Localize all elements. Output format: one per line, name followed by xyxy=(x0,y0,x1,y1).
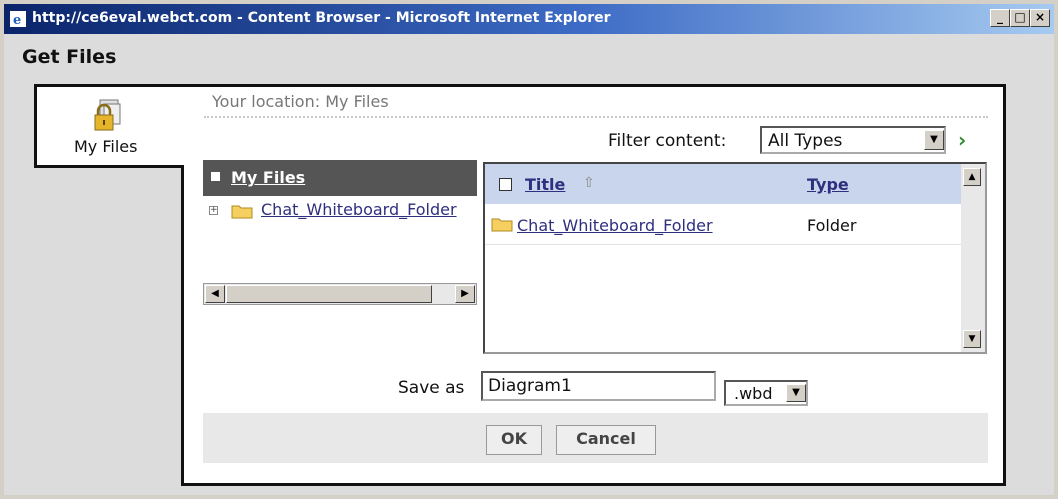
extension-selected-value: .wbd xyxy=(734,384,773,403)
cancel-button[interactable]: Cancel xyxy=(556,425,656,455)
location-breadcrumb: Your location: My Files xyxy=(212,92,389,111)
scrollbar-thumb[interactable] xyxy=(226,285,432,303)
chevron-down-icon[interactable]: ▼ xyxy=(786,384,806,402)
column-title[interactable]: Title xyxy=(525,175,565,194)
content-panel-border xyxy=(181,165,184,486)
square-bullet-icon xyxy=(211,172,220,181)
content-browser-window: e http://ce6eval.webct.com - Content Bro… xyxy=(0,0,1058,499)
list-vertical-scrollbar[interactable]: ▲ ▼ xyxy=(961,164,985,352)
maximize-button[interactable]: □ xyxy=(1010,9,1030,27)
ok-button[interactable]: OK xyxy=(486,425,542,455)
tree-root[interactable]: My Files xyxy=(203,160,477,196)
tree-item[interactable]: + Chat_Whiteboard_Folder xyxy=(209,200,477,224)
save-as-input[interactable] xyxy=(481,371,716,401)
tree-item-label[interactable]: Chat_Whiteboard_Folder xyxy=(261,200,457,219)
column-type[interactable]: Type xyxy=(807,175,849,194)
scroll-down-icon[interactable]: ▼ xyxy=(963,330,981,348)
window-title: http://ce6eval.webct.com - Content Brows… xyxy=(32,10,611,26)
extension-select[interactable]: .wbd ▼ xyxy=(724,380,808,406)
expand-icon[interactable]: + xyxy=(209,206,218,215)
list-header: Title ⇧ Type xyxy=(485,164,961,204)
row-type: Folder xyxy=(807,216,857,235)
sort-arrow-icon[interactable]: ⇧ xyxy=(583,175,595,191)
filter-select[interactable]: All Types ▼ xyxy=(760,126,946,154)
scroll-left-icon[interactable]: ◀ xyxy=(205,285,225,303)
folder-icon xyxy=(491,218,513,232)
tab-joint xyxy=(181,87,185,165)
scroll-right-icon[interactable]: ▶ xyxy=(455,285,475,303)
tree-horizontal-scrollbar[interactable]: ◀ ▶ xyxy=(203,283,477,305)
my-files-lock-icon xyxy=(94,99,121,131)
table-row[interactable]: Chat_Whiteboard_Folder Folder xyxy=(485,204,961,245)
ie-icon: e xyxy=(10,11,26,27)
tree-root-label[interactable]: My Files xyxy=(231,168,305,187)
chevron-down-icon[interactable]: ▼ xyxy=(924,130,944,150)
save-as-label: Save as xyxy=(398,378,465,398)
tab-label: My Files xyxy=(74,137,138,156)
close-button[interactable]: × xyxy=(1030,9,1050,27)
scroll-up-icon[interactable]: ▲ xyxy=(963,168,981,186)
location-divider xyxy=(204,116,988,118)
page-title: Get Files xyxy=(22,46,117,68)
title-bar[interactable]: e http://ce6eval.webct.com - Content Bro… xyxy=(4,4,1054,34)
select-all-checkbox[interactable] xyxy=(499,178,512,191)
button-bar: OK Cancel xyxy=(203,413,988,463)
file-list: Title ⇧ Type Chat_Whiteboard_Folder Fold… xyxy=(483,162,987,354)
filter-selected-value: All Types xyxy=(768,131,843,151)
row-title-link[interactable]: Chat_Whiteboard_Folder xyxy=(517,216,713,235)
svg-text:e: e xyxy=(13,13,21,27)
chevron-right-icon[interactable]: › xyxy=(958,128,966,152)
minimize-button[interactable]: _ xyxy=(990,9,1010,27)
filter-label: Filter content: xyxy=(608,131,727,151)
folder-icon xyxy=(231,205,253,219)
